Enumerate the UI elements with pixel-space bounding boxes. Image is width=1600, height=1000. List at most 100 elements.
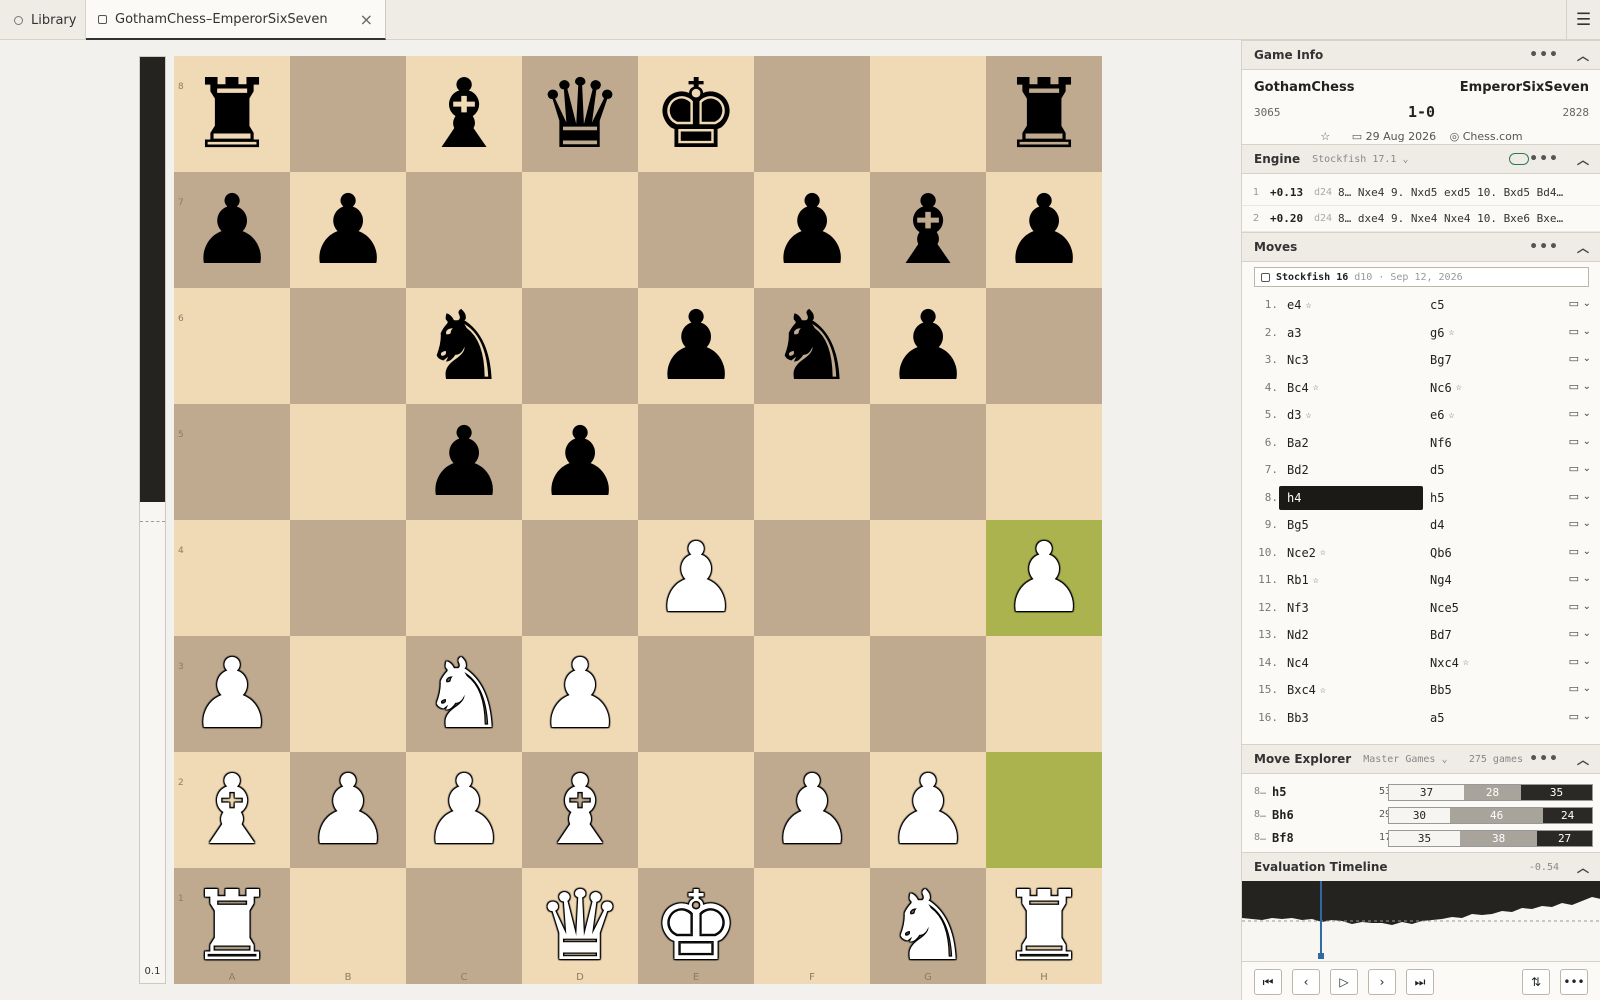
white-move[interactable]: Nf3 xyxy=(1279,596,1423,620)
black-rook-piece[interactable]: ♜ xyxy=(986,56,1102,172)
white-move[interactable]: Bb3 xyxy=(1279,706,1423,730)
comment-icon[interactable]: ▭ xyxy=(1569,380,1579,393)
square-g4[interactable] xyxy=(870,520,986,636)
star-icon[interactable]: ☆ xyxy=(1448,410,1454,421)
chevron-down-icon[interactable]: ⌄ xyxy=(1583,408,1591,419)
square-a5[interactable]: 5 xyxy=(174,404,290,520)
engine-line[interactable]: 1 +0.13 d24 8… Nxe4 9. Nxd5 exd5 10. Bxd… xyxy=(1242,180,1600,206)
square-e5[interactable] xyxy=(638,404,754,520)
star-icon[interactable]: ☆ xyxy=(1463,657,1469,668)
more-icon[interactable]: ••• xyxy=(1529,751,1559,767)
star-icon[interactable]: ☆ xyxy=(1320,547,1326,558)
black-move[interactable]: Nf6 xyxy=(1430,431,1560,455)
chevron-up-icon[interactable]: ︿ xyxy=(1577,47,1589,64)
black-knight-piece[interactable]: ♞ xyxy=(406,288,522,404)
comment-icon[interactable]: ▭ xyxy=(1569,462,1579,475)
square-c1[interactable]: C xyxy=(406,868,522,984)
square-e2[interactable] xyxy=(638,752,754,868)
square-e7[interactable] xyxy=(638,172,754,288)
black-move[interactable]: Nxc4 ☆ xyxy=(1430,651,1560,675)
chevron-down-icon[interactable]: ⌄ xyxy=(1583,546,1591,557)
black-move[interactable]: Qb6 xyxy=(1430,541,1560,565)
chevron-up-icon[interactable]: ︿ xyxy=(1577,859,1589,876)
chevron-down-icon[interactable]: ⌄ xyxy=(1583,353,1591,364)
square-b3[interactable] xyxy=(290,636,406,752)
black-move[interactable]: d4 xyxy=(1430,513,1560,537)
more-icon[interactable]: ••• xyxy=(1529,151,1559,167)
timeline-marker-handle[interactable] xyxy=(1317,953,1324,959)
comment-icon[interactable]: ▭ xyxy=(1569,435,1579,448)
explorer-row[interactable]: 8… h5 53% 37 28 35 xyxy=(1242,782,1600,804)
chess-board[interactable]: 8 7 6 5 4 3 2 1 A B C D E F G H ♜ ♝ ♛ ♚ ♜ ♟ ♟ ♟ ♝ ♟ ♞ ♟ ♞ ♟ ♟ ♟ ♟ ♟ ♟ ♞ ♟ ♝ ♟ ♟… xyxy=(174,56,1102,984)
white-move[interactable]: Bc4 ☆ xyxy=(1279,376,1423,400)
comment-icon[interactable]: ▭ xyxy=(1569,325,1579,338)
next-move-button[interactable]: › xyxy=(1368,969,1396,995)
white-rook-piece[interactable]: ♜ xyxy=(174,868,290,984)
first-move-button[interactable]: ⏮ xyxy=(1254,969,1282,995)
chevron-down-icon[interactable]: ⌄ xyxy=(1583,436,1591,447)
star-icon[interactable]: ☆ xyxy=(1456,382,1462,393)
evaluation-timeline[interactable] xyxy=(1242,881,1600,961)
chevron-up-icon[interactable]: ︿ xyxy=(1577,751,1589,768)
timeline-graph[interactable] xyxy=(1242,881,1600,961)
square-f3[interactable] xyxy=(754,636,870,752)
chevron-up-icon[interactable]: ︿ xyxy=(1577,239,1589,256)
black-move[interactable]: a5 xyxy=(1430,706,1560,730)
square-f1[interactable]: F xyxy=(754,868,870,984)
square-h3[interactable] xyxy=(986,636,1102,752)
square-d7[interactable] xyxy=(522,172,638,288)
comment-icon[interactable]: ▭ xyxy=(1569,490,1579,503)
more-options-button[interactable]: ••• xyxy=(1560,969,1588,995)
star-icon[interactable]: ☆ xyxy=(1305,410,1311,421)
black-move[interactable]: c5 xyxy=(1430,293,1560,317)
white-move[interactable]: Bg5 xyxy=(1279,513,1423,537)
square-a4[interactable]: 4 xyxy=(174,520,290,636)
white-move[interactable]: h4 xyxy=(1279,485,1423,510)
comment-icon[interactable]: ▭ xyxy=(1569,600,1579,613)
black-pawn-piece[interactable]: ♟ xyxy=(522,404,638,520)
black-move[interactable]: Nc6 ☆ xyxy=(1430,376,1560,400)
black-move[interactable]: Nce5 xyxy=(1430,596,1560,620)
chevron-up-icon[interactable]: ︿ xyxy=(1577,151,1589,168)
engine-select[interactable]: Stockfish 17.1 ⌄ xyxy=(1312,154,1408,165)
white-move[interactable]: Nd2 xyxy=(1279,623,1423,647)
chevron-down-icon[interactable]: ⌄ xyxy=(1583,628,1591,639)
white-pawn-piece[interactable]: ♟ xyxy=(522,636,638,752)
previous-move-button[interactable]: ‹ xyxy=(1292,969,1320,995)
chevron-down-icon[interactable]: ⌄ xyxy=(1583,711,1591,722)
white-pawn-piece[interactable]: ♟ xyxy=(638,520,754,636)
black-pawn-piece[interactable]: ♟ xyxy=(638,288,754,404)
square-b4[interactable] xyxy=(290,520,406,636)
chevron-down-icon[interactable]: ⌄ xyxy=(1583,491,1591,502)
chevron-down-icon[interactable]: ⌄ xyxy=(1583,518,1591,529)
white-pawn-piece[interactable]: ♟ xyxy=(174,636,290,752)
comment-icon[interactable]: ▭ xyxy=(1569,682,1579,695)
black-move[interactable]: Bb5 xyxy=(1430,678,1560,702)
black-bishop-piece[interactable]: ♝ xyxy=(870,172,986,288)
comment-icon[interactable]: ▭ xyxy=(1569,545,1579,558)
white-pawn-piece[interactable]: ♟ xyxy=(754,752,870,868)
black-move[interactable]: e6 ☆ xyxy=(1430,403,1560,427)
chevron-down-icon[interactable]: ⌄ xyxy=(1583,381,1591,392)
chevron-down-icon[interactable]: ⌄ xyxy=(1583,573,1591,584)
black-rook-piece[interactable]: ♜ xyxy=(174,56,290,172)
black-move[interactable]: h5 xyxy=(1430,486,1560,510)
square-c7[interactable] xyxy=(406,172,522,288)
menu-icon[interactable]: ☰ xyxy=(1566,0,1600,40)
black-queen-piece[interactable]: ♛ xyxy=(522,56,638,172)
play-button[interactable]: ▷ xyxy=(1330,969,1358,995)
white-move[interactable]: Rb1 ☆ xyxy=(1279,568,1423,592)
white-pawn-piece[interactable]: ♟ xyxy=(986,520,1102,636)
square-g3[interactable] xyxy=(870,636,986,752)
black-king-piece[interactable]: ♚ xyxy=(638,56,754,172)
black-bishop-piece[interactable]: ♝ xyxy=(406,56,522,172)
more-icon[interactable]: ••• xyxy=(1529,47,1559,63)
white-king-piece[interactable]: ♚ xyxy=(638,868,754,984)
timeline-header[interactable]: Evaluation Timeline -0.54 ︿ xyxy=(1242,852,1600,882)
chevron-down-icon[interactable]: ⌄ xyxy=(1583,601,1591,612)
explorer-header[interactable]: Move Explorer Master Games ⌄ 275 games •… xyxy=(1242,744,1600,774)
white-rook-piece[interactable]: ♜ xyxy=(986,868,1102,984)
chevron-down-icon[interactable]: ⌄ xyxy=(1583,463,1591,474)
square-b5[interactable] xyxy=(290,404,406,520)
white-knight-piece[interactable]: ♞ xyxy=(406,636,522,752)
